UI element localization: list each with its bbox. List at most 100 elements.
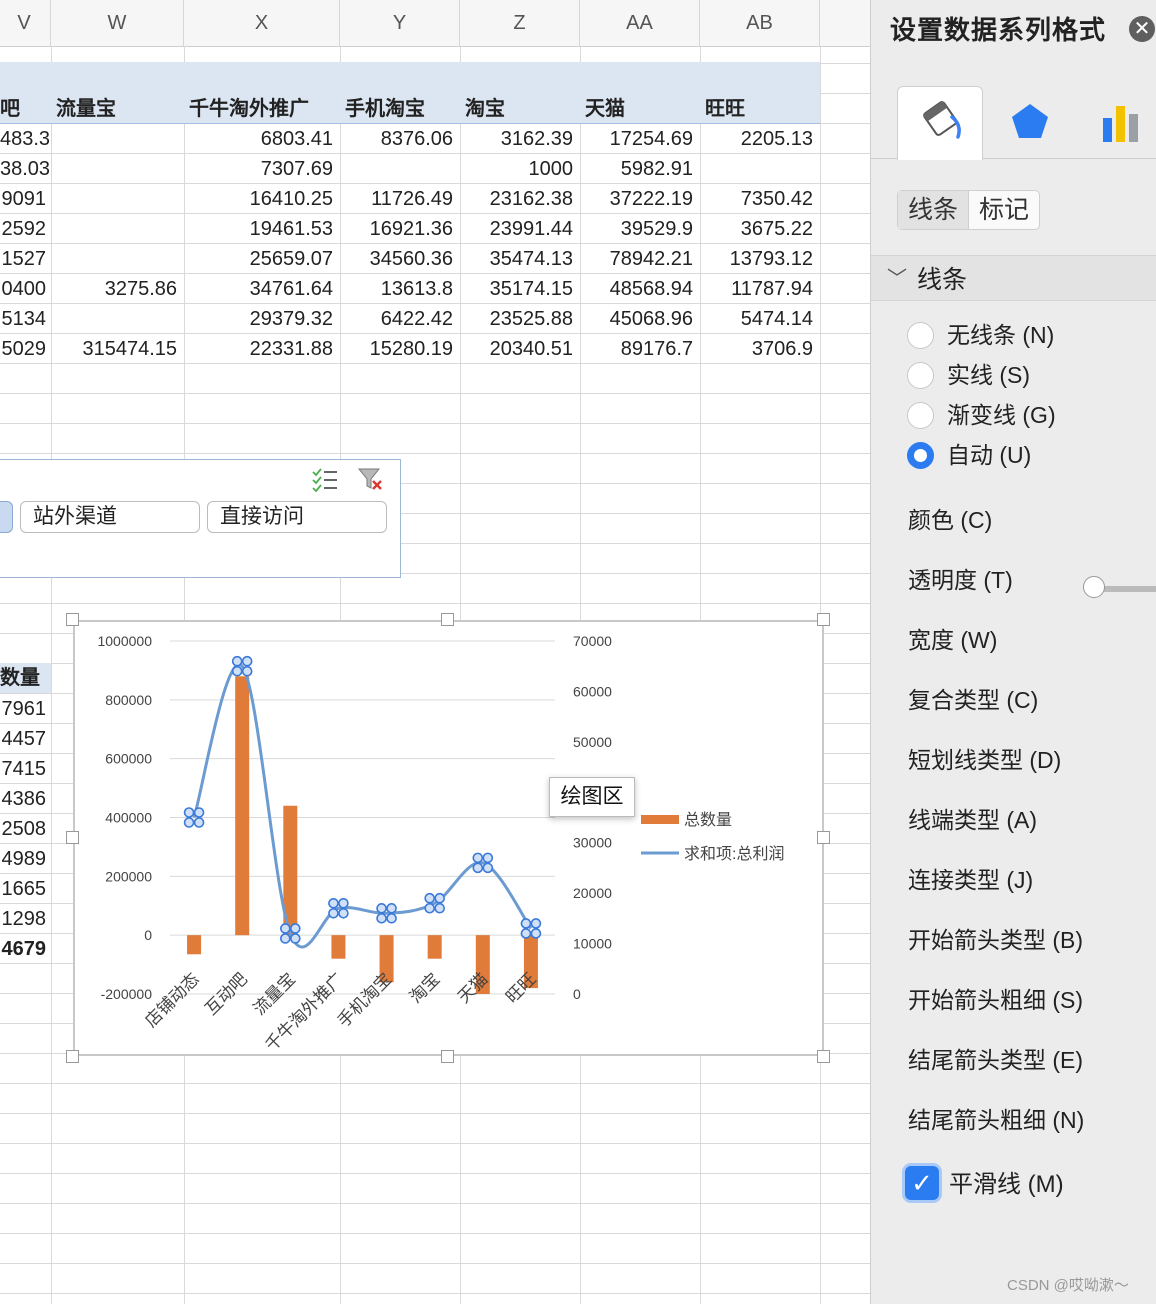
slicer-item-selected[interactable]: [0, 501, 13, 533]
column-header-aa[interactable]: AA: [580, 0, 700, 46]
table-cell[interactable]: [57, 244, 177, 274]
table-cell[interactable]: 35474.13: [458, 244, 573, 274]
smooth-line-label[interactable]: 平滑线 (M): [949, 1170, 1064, 1200]
property-label[interactable]: 颜色 (C): [908, 505, 992, 535]
radio-0[interactable]: [907, 322, 934, 349]
table-cell[interactable]: 34761.64: [183, 274, 333, 304]
table-cell[interactable]: 22331.88: [183, 334, 333, 364]
property-label[interactable]: 短划线类型 (D): [908, 745, 1061, 775]
table-cell[interactable]: 7307.69: [183, 154, 333, 184]
table-cell[interactable]: 29379.32: [183, 304, 333, 334]
table-cell[interactable]: [698, 154, 813, 184]
smooth-line-checkbox[interactable]: ✓: [905, 1166, 939, 1200]
table-cell[interactable]: 11787.94: [698, 274, 813, 304]
table-cell[interactable]: [57, 304, 177, 334]
table-cell[interactable]: 5029: [0, 334, 47, 364]
table-cell[interactable]: 5474.14: [698, 304, 813, 334]
transparency-slider-knob[interactable]: [1083, 576, 1105, 598]
slicer[interactable]: 站外渠道 直接访问: [0, 459, 401, 578]
table-cell[interactable]: 45068.96: [578, 304, 693, 334]
radio-label[interactable]: 自动 (U): [947, 440, 1031, 470]
slicer-item-offsite[interactable]: 站外渠道: [20, 501, 200, 533]
resize-handle-top-left[interactable]: [66, 613, 79, 626]
table-cell[interactable]: 8376.06: [338, 124, 453, 154]
table-cell[interactable]: 7961: [0, 694, 47, 724]
property-label[interactable]: 宽度 (W): [908, 625, 997, 655]
table-cell[interactable]: 2592: [0, 214, 47, 244]
column-header-x[interactable]: X: [184, 0, 340, 46]
table-cell[interactable]: 5982.91: [578, 154, 693, 184]
column-header-w[interactable]: W: [51, 0, 184, 46]
header-cell-v[interactable]: 吧: [0, 94, 50, 124]
table-cell[interactable]: 0400: [0, 274, 47, 304]
table-cell[interactable]: 78942.21: [578, 244, 693, 274]
tab-fill-line[interactable]: [897, 86, 983, 160]
resize-handle-left[interactable]: [66, 831, 79, 844]
table-cell[interactable]: 25659.07: [183, 244, 333, 274]
property-label[interactable]: 线端类型 (A): [908, 805, 1037, 835]
table-cell[interactable]: [57, 124, 177, 154]
table-cell[interactable]: 17254.69: [578, 124, 693, 154]
table-cell[interactable]: 13613.8: [338, 274, 453, 304]
segment-marker[interactable]: 标记: [968, 191, 1039, 229]
table-cell[interactable]: [338, 154, 453, 184]
property-label[interactable]: 复合类型 (C): [908, 685, 1038, 715]
table-cell[interactable]: 4679: [0, 934, 47, 964]
table-cell[interactable]: 34560.36: [338, 244, 453, 274]
table-cell[interactable]: 1665: [0, 874, 47, 904]
table-cell[interactable]: 20340.51: [458, 334, 573, 364]
table-cell[interactable]: 7415: [0, 754, 47, 784]
table-cell[interactable]: 38.03: [0, 154, 50, 184]
table-cell[interactable]: 3162.39: [458, 124, 573, 154]
table-cell[interactable]: [57, 184, 177, 214]
radio-1[interactable]: [907, 362, 934, 389]
column-header-v[interactable]: V: [0, 0, 51, 46]
column-header-z[interactable]: Z: [460, 0, 580, 46]
header-cell-z[interactable]: 淘宝: [465, 94, 505, 124]
table-cell[interactable]: 3706.9: [698, 334, 813, 364]
resize-handle-bottom-right[interactable]: [817, 1050, 830, 1063]
table-cell[interactable]: [57, 214, 177, 244]
segment-line[interactable]: 线条: [898, 191, 969, 229]
column-header-y[interactable]: Y: [340, 0, 460, 46]
radio-label[interactable]: 实线 (S): [947, 360, 1030, 390]
property-label[interactable]: 开始箭头粗细 (S): [908, 985, 1083, 1015]
radio-2[interactable]: [907, 402, 934, 429]
table-cell[interactable]: 2205.13: [698, 124, 813, 154]
property-label[interactable]: 透明度 (T): [908, 565, 1013, 595]
table-cell[interactable]: 9091: [0, 184, 47, 214]
table-cell[interactable]: 16410.25: [183, 184, 333, 214]
combo-chart[interactable]: 10000008000006000004000002000000-2000007…: [75, 622, 822, 1055]
table-cell[interactable]: 4989: [0, 844, 47, 874]
header-cell-aa[interactable]: 天猫: [585, 94, 625, 124]
header-cell-x[interactable]: 千牛淘外推广: [189, 94, 309, 124]
table-cell[interactable]: 6803.41: [183, 124, 333, 154]
table-cell[interactable]: 315474.15: [57, 334, 177, 364]
chart-area[interactable]: 1000000 800000 600000 400000 200000 0 -200000 7…: [73, 620, 824, 1056]
table-cell[interactable]: 15280.19: [338, 334, 453, 364]
table-cell[interactable]: [57, 154, 177, 184]
resize-handle-right[interactable]: [817, 831, 830, 844]
table-cell[interactable]: 35174.15: [458, 274, 573, 304]
multi-select-icon[interactable]: [311, 466, 339, 493]
table-cell[interactable]: 1298: [0, 904, 47, 934]
spreadsheet[interactable]: V W X Y Z AA AB 吧 流量宝 千牛淘外推广 手机淘宝 淘宝 天猫 …: [0, 0, 870, 1304]
table-cell[interactable]: 11726.49: [338, 184, 453, 214]
table-cell[interactable]: 16921.36: [338, 214, 453, 244]
property-label[interactable]: 连接类型 (J): [908, 865, 1033, 895]
table-cell[interactable]: 37222.19: [578, 184, 693, 214]
table-cell[interactable]: 4386: [0, 784, 47, 814]
resize-handle-bottom-left[interactable]: [66, 1050, 79, 1063]
table-cell[interactable]: 4457: [0, 724, 47, 754]
property-label[interactable]: 结尾箭头类型 (E): [908, 1045, 1083, 1075]
left-header-cell[interactable]: 数量: [0, 663, 40, 693]
table-cell[interactable]: 23162.38: [458, 184, 573, 214]
table-cell[interactable]: 48568.94: [578, 274, 693, 304]
table-cell[interactable]: 89176.7: [578, 334, 693, 364]
column-header-ab[interactable]: AB: [700, 0, 820, 46]
table-cell[interactable]: 23991.44: [458, 214, 573, 244]
table-cell[interactable]: 39529.9: [578, 214, 693, 244]
table-cell[interactable]: 3275.86: [57, 274, 177, 304]
table-cell[interactable]: 1527: [0, 244, 47, 274]
table-cell[interactable]: 19461.53: [183, 214, 333, 244]
